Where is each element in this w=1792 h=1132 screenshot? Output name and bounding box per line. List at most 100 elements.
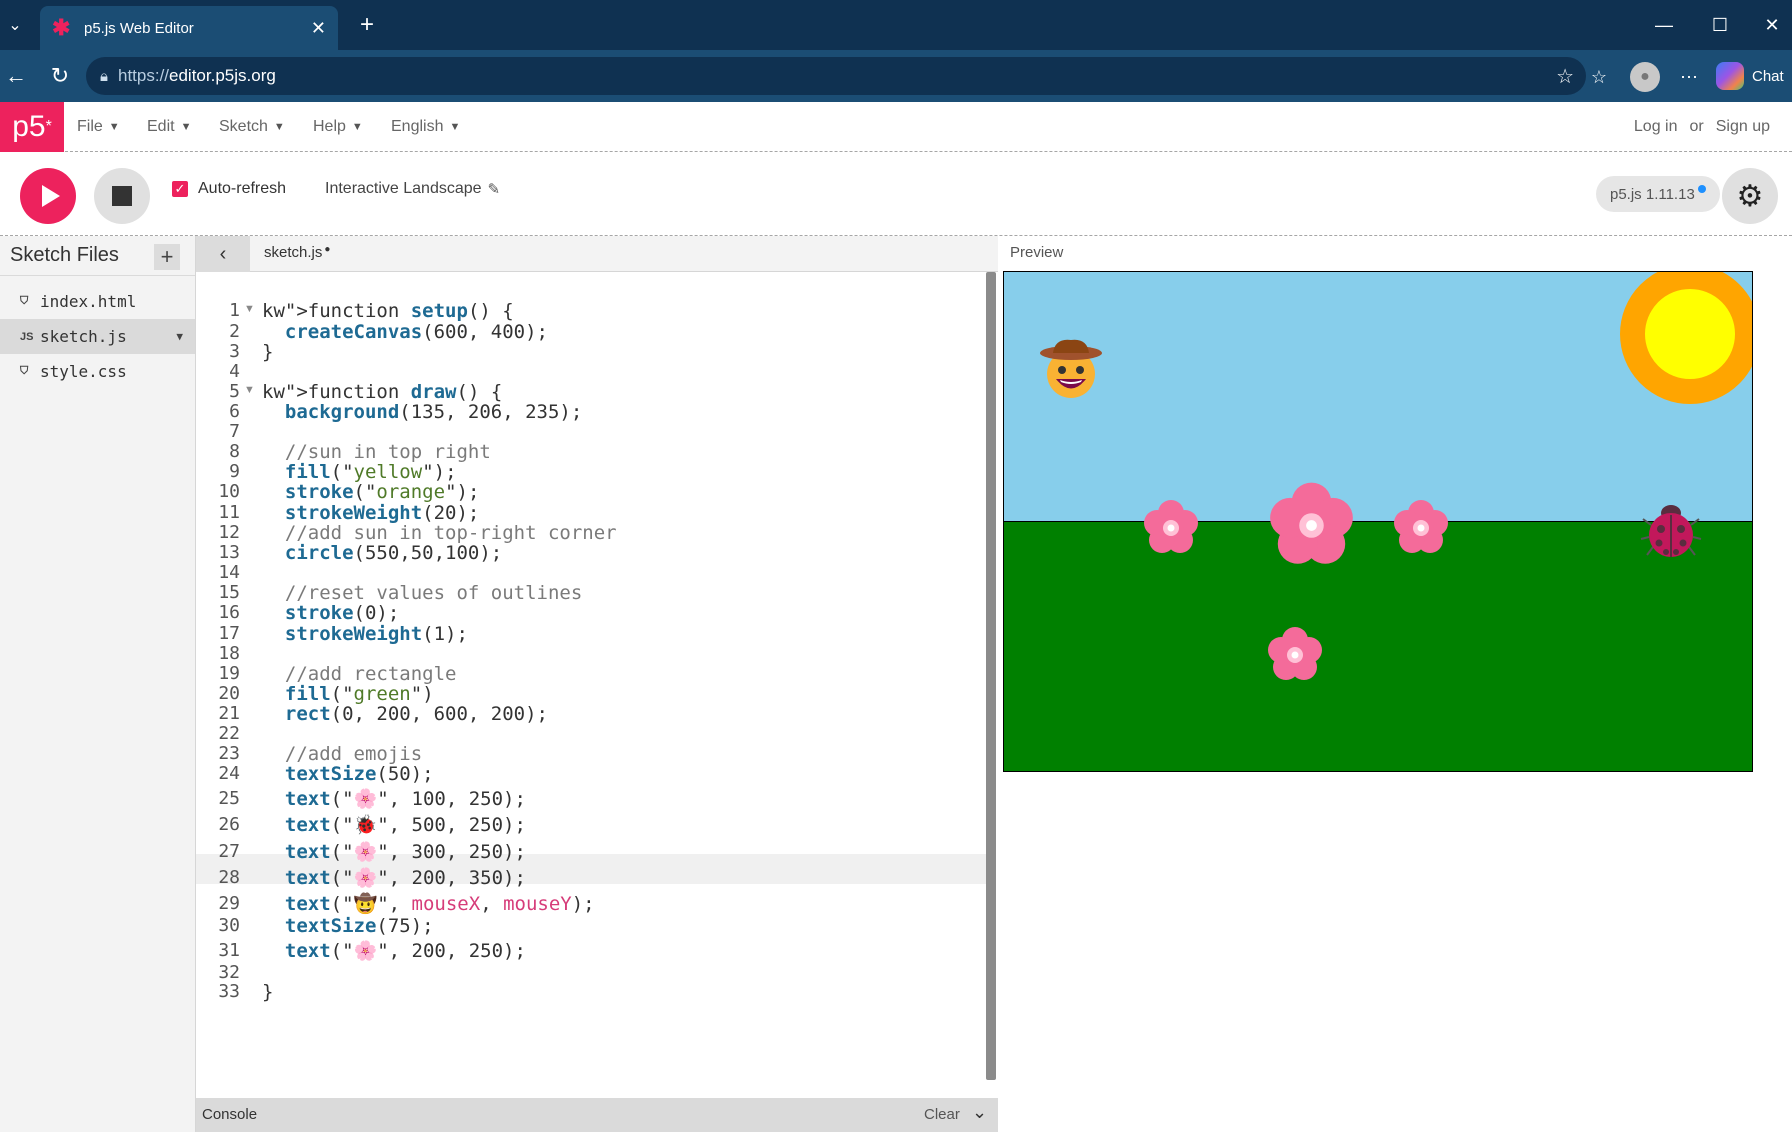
login-link[interactable]: Log in <box>1634 118 1678 136</box>
code-line: createCanvas(600, 400); <box>284 321 549 343</box>
p5-favicon-icon: ✱ <box>52 15 71 40</box>
copilot-chat-button[interactable]: Chat <box>1716 58 1792 94</box>
sketch-toolbar: ✓ Auto-refresh Interactive Landscape ✎ p… <box>0 152 1792 236</box>
gear-icon: ⚙ <box>1736 179 1764 213</box>
browser-tab[interactable]: ✱ p5.js Web Editor ✕ <box>40 6 338 50</box>
file-item-style-css[interactable]: ⛉ style.css <box>0 354 195 389</box>
url-scheme: https:// <box>117 66 170 85</box>
file-options-triangle-icon[interactable]: ▼ <box>176 330 183 343</box>
minimize-icon[interactable]: — <box>1644 8 1684 42</box>
line-number-gutter: 1 2 3 4 5 6 7 8 9 10 11 12 13 14 15 16 17 18 19 20 21 22 23 24 2… <box>196 272 240 1100</box>
line-number: 30 <box>218 915 240 936</box>
fold-arrow-icon[interactable]: ▼ <box>244 384 255 396</box>
code-line: text("🌸", 100, 250); <box>284 788 526 810</box>
code-line: text("🐞", 500, 250); <box>284 814 526 836</box>
menu-help[interactable]: Help ▼ <box>313 102 363 152</box>
menu-sketch[interactable]: Sketch ▼ <box>219 102 285 152</box>
cherry-blossom-emoji-icon <box>1144 500 1198 553</box>
back-arrow-icon[interactable]: ← <box>0 60 32 92</box>
menu-language[interactable]: English ▼ <box>391 102 460 152</box>
code-editor[interactable]: 1 2 3 4 5 6 7 8 9 10 11 12 13 14 15 16 17 18 19 20 21 22 23 24 2… <box>196 272 998 1100</box>
line-number: 26 <box>218 814 240 835</box>
browser-tab-bar: ⌄ ✱ p5.js Web Editor ✕ + — ☐ ✕ <box>0 0 1792 50</box>
window-close-icon[interactable]: ✕ <box>1752 8 1792 42</box>
dropdown-triangle-icon: ▼ <box>180 121 192 133</box>
menu-file[interactable]: File ▼ <box>77 102 120 152</box>
favorites-icon[interactable]: ☆ <box>1584 62 1614 92</box>
fold-arrow-icon[interactable]: ▼ <box>244 303 255 315</box>
cherry-blossom-emoji-icon <box>1394 500 1448 553</box>
auto-refresh-toggle[interactable]: ✓ Auto-refresh <box>172 180 286 198</box>
editor-scrollbar[interactable] <box>986 272 996 1080</box>
p5-logo[interactable]: p5 * <box>0 102 64 152</box>
collapse-sidebar-button[interactable]: ‹ <box>196 236 250 272</box>
console-collapse-chevron-icon[interactable]: ⌄ <box>972 1102 987 1123</box>
version-badge[interactable]: p5.js 1.11.13 <box>1596 176 1720 212</box>
address-bar: ← ↻ 🔒︎ https://editor.p5js.org ☆ ☆ ● ⋯ C… <box>0 50 1792 102</box>
css-file-icon: ⛉ <box>20 365 29 377</box>
url-host: editor.p5js.org <box>169 66 276 85</box>
maximize-icon[interactable]: ☐ <box>1700 8 1740 42</box>
unsaved-dot-icon: ● <box>324 244 331 255</box>
tab-title: p5.js Web Editor <box>84 19 194 37</box>
chevron-left-icon: ‹ <box>219 242 227 265</box>
bookmark-star-icon[interactable]: ☆ <box>1556 64 1574 89</box>
reload-icon[interactable]: ↻ <box>44 60 76 92</box>
or-text: or <box>1689 118 1704 135</box>
lock-icon: 🔒︎ <box>100 67 108 85</box>
code-line: textSize(50); <box>284 763 434 785</box>
file-item-sketch-js[interactable]: JS sketch.js ▼ <box>0 319 195 354</box>
sketch-files-sidebar: Sketch Files + ⛉ index.html JS sketch.js… <box>0 236 196 1132</box>
console-label: Console <box>202 1106 258 1123</box>
tab-list-chevron-icon[interactable]: ⌄ <box>0 6 30 44</box>
file-item-index-html[interactable]: ⛉ index.html <box>0 284 195 319</box>
sidebar-title: Sketch Files <box>10 244 119 266</box>
line-number: 29 <box>218 893 240 914</box>
preview-label: Preview <box>1010 244 1064 261</box>
ladybug-emoji-icon <box>1640 505 1702 557</box>
profile-avatar-icon[interactable]: ● <box>1630 62 1660 92</box>
line-number: 27 <box>218 841 240 862</box>
copilot-logo-icon <box>1716 62 1744 90</box>
code-line: text("🌸", 200, 350); <box>284 867 526 889</box>
file-tab[interactable]: sketch.js ● <box>264 244 330 261</box>
pencil-edit-icon[interactable]: ✎ <box>488 180 501 198</box>
js-file-icon: JS <box>20 330 34 343</box>
file-name: index.html <box>40 292 137 311</box>
auto-refresh-checkbox[interactable]: ✓ <box>172 181 188 197</box>
console-clear-button[interactable]: Clear <box>924 1106 960 1123</box>
tab-close-icon[interactable]: ✕ <box>311 18 326 39</box>
line-number: 28 <box>218 867 240 888</box>
play-icon <box>41 185 60 207</box>
signup-link[interactable]: Sign up <box>1716 118 1770 136</box>
play-button[interactable] <box>20 168 76 224</box>
file-name: sketch.js <box>40 327 127 346</box>
dropdown-triangle-icon: ▼ <box>108 121 120 133</box>
code-line: background(135, 206, 235); <box>284 401 583 423</box>
file-tab-label: sketch.js <box>264 244 323 261</box>
menu-edit[interactable]: Edit ▼ <box>147 102 191 152</box>
line-number: 10 <box>218 481 240 502</box>
preview-canvas[interactable] <box>1003 271 1753 772</box>
sidebar-header: Sketch Files + <box>0 236 195 276</box>
more-options-icon[interactable]: ⋯ <box>1674 62 1704 92</box>
cherry-blossom-large-emoji-icon <box>1270 482 1353 564</box>
settings-gear-button[interactable]: ⚙ <box>1722 168 1778 224</box>
add-file-button[interactable]: + <box>154 244 180 270</box>
file-name: style.css <box>40 362 127 381</box>
line-number: 16 <box>218 602 240 623</box>
code-line: rect(0, 200, 600, 200); <box>284 703 548 725</box>
stop-button[interactable] <box>94 168 150 224</box>
chat-label: Chat <box>1752 67 1784 85</box>
sketch-name[interactable]: Interactive Landscape ✎ <box>325 180 500 198</box>
auth-links: Log in or Sign up <box>1634 102 1770 152</box>
console-bar: Console Clear ⌄ <box>196 1098 998 1132</box>
update-dot <box>1697 185 1706 193</box>
dropdown-triangle-icon: ▼ <box>351 121 363 133</box>
new-tab-plus-icon[interactable]: + <box>352 10 382 40</box>
code-line: } <box>262 341 274 363</box>
dropdown-triangle-icon: ▼ <box>449 121 461 133</box>
stop-icon <box>112 186 132 206</box>
url-field[interactable]: 🔒︎ https://editor.p5js.org ☆ <box>86 57 1586 95</box>
dropdown-triangle-icon: ▼ <box>273 121 285 133</box>
